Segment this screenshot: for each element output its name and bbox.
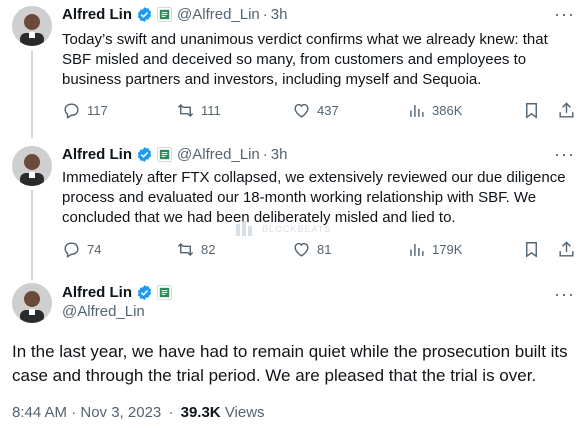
share-button[interactable] [557, 240, 576, 259]
author-name[interactable]: Alfred Lin [62, 284, 132, 301]
tweet-actions: 117 111 437 386K [62, 101, 582, 121]
separator: · [262, 6, 268, 23]
author-handle[interactable]: @Alfred_Lin [177, 6, 260, 23]
bookmark-button[interactable] [522, 240, 541, 259]
affiliate-badge-icon[interactable] [157, 147, 172, 162]
repost-button[interactable]: 82 [176, 240, 215, 259]
views-label: Views [224, 404, 265, 421]
more-options-icon[interactable]: ··· [554, 284, 575, 305]
views-button[interactable]: 179K [407, 240, 462, 259]
reply-button[interactable]: 117 [62, 101, 108, 120]
share-icon [557, 240, 576, 259]
share-button[interactable] [557, 101, 576, 120]
like-count: 81 [317, 242, 332, 257]
affiliate-badge-icon[interactable] [157, 7, 172, 22]
author-name[interactable]: Alfred Lin [62, 6, 132, 23]
avatar[interactable] [12, 283, 52, 323]
watermark-logo-icon [236, 220, 258, 238]
views-icon [407, 240, 426, 259]
reply-button[interactable]: 74 [62, 240, 101, 259]
heart-icon [292, 240, 311, 259]
like-button[interactable]: 437 [292, 101, 339, 120]
main-tweet-text: In the last year, we have had to remain … [12, 342, 568, 385]
tweet-2[interactable]: Alfred Lin @Alfred_Lin · 3h ··· Immediat… [0, 140, 587, 280]
watermark-text: BLOCKBEATS [262, 224, 332, 234]
tweet-text: Immediately after FTX collapsed, we exte… [62, 169, 566, 226]
views-count: 386K [432, 103, 463, 118]
tweet-1[interactable]: Alfred Lin @Alfred_Lin · 3h ··· Today’s … [0, 0, 587, 138]
separator: · [262, 146, 268, 163]
tweet-time[interactable]: 3h [271, 6, 288, 23]
separator: · [168, 404, 174, 421]
main-tweet: Alfred Lin @Alfred_Lin ··· In the last y… [0, 280, 587, 436]
avatar[interactable] [12, 146, 52, 186]
bookmark-icon [522, 240, 541, 259]
tweet-header: Alfred Lin @Alfred_Lin · 3h [62, 146, 287, 163]
reply-count: 117 [87, 103, 108, 118]
main-tweet-header: Alfred Lin @Alfred_Lin [62, 284, 172, 320]
reply-icon [62, 240, 81, 259]
verified-badge-icon [136, 284, 153, 301]
author-handle[interactable]: @Alfred_Lin [62, 303, 172, 320]
bookmark-button[interactable] [522, 101, 541, 120]
watermark: BLOCKBEATS [236, 220, 331, 238]
verified-badge-icon [136, 146, 153, 163]
like-count: 437 [317, 103, 339, 118]
views-count: 179K [432, 242, 463, 257]
affiliate-badge-icon[interactable] [157, 285, 172, 300]
repost-count: 82 [201, 242, 216, 257]
more-options-icon[interactable]: ··· [554, 144, 575, 165]
tweet-actions: 74 82 81 179K [62, 240, 582, 260]
views-count: 39.3K [180, 404, 221, 421]
share-icon [557, 101, 576, 120]
like-button[interactable]: 81 [292, 240, 331, 259]
reply-icon [62, 101, 81, 120]
author-name[interactable]: Alfred Lin [62, 146, 132, 163]
tweet-meta: 8:44 AM · Nov 3, 2023 · 39.3K Views [12, 404, 265, 421]
more-options-icon[interactable]: ··· [554, 4, 575, 25]
thread-line [31, 190, 33, 280]
avatar[interactable] [12, 6, 52, 46]
tweet-header: Alfred Lin @Alfred_Lin · 3h [62, 6, 287, 23]
heart-icon [292, 101, 311, 120]
tweet-time[interactable]: 3h [271, 146, 288, 163]
repost-icon [176, 240, 195, 259]
verified-badge-icon [136, 6, 153, 23]
tweet-timestamp[interactable]: 8:44 AM · Nov 3, 2023 [12, 404, 161, 421]
reply-count: 74 [87, 242, 102, 257]
views-icon [407, 101, 426, 120]
repost-icon [176, 101, 195, 120]
views-button[interactable]: 386K [407, 101, 462, 120]
thread-line [31, 50, 33, 138]
repost-count: 111 [201, 103, 221, 118]
repost-button[interactable]: 111 [176, 101, 221, 120]
author-handle[interactable]: @Alfred_Lin [177, 146, 260, 163]
bookmark-icon [522, 101, 541, 120]
tweet-text: Today’s swift and unanimous verdict conf… [62, 31, 548, 88]
